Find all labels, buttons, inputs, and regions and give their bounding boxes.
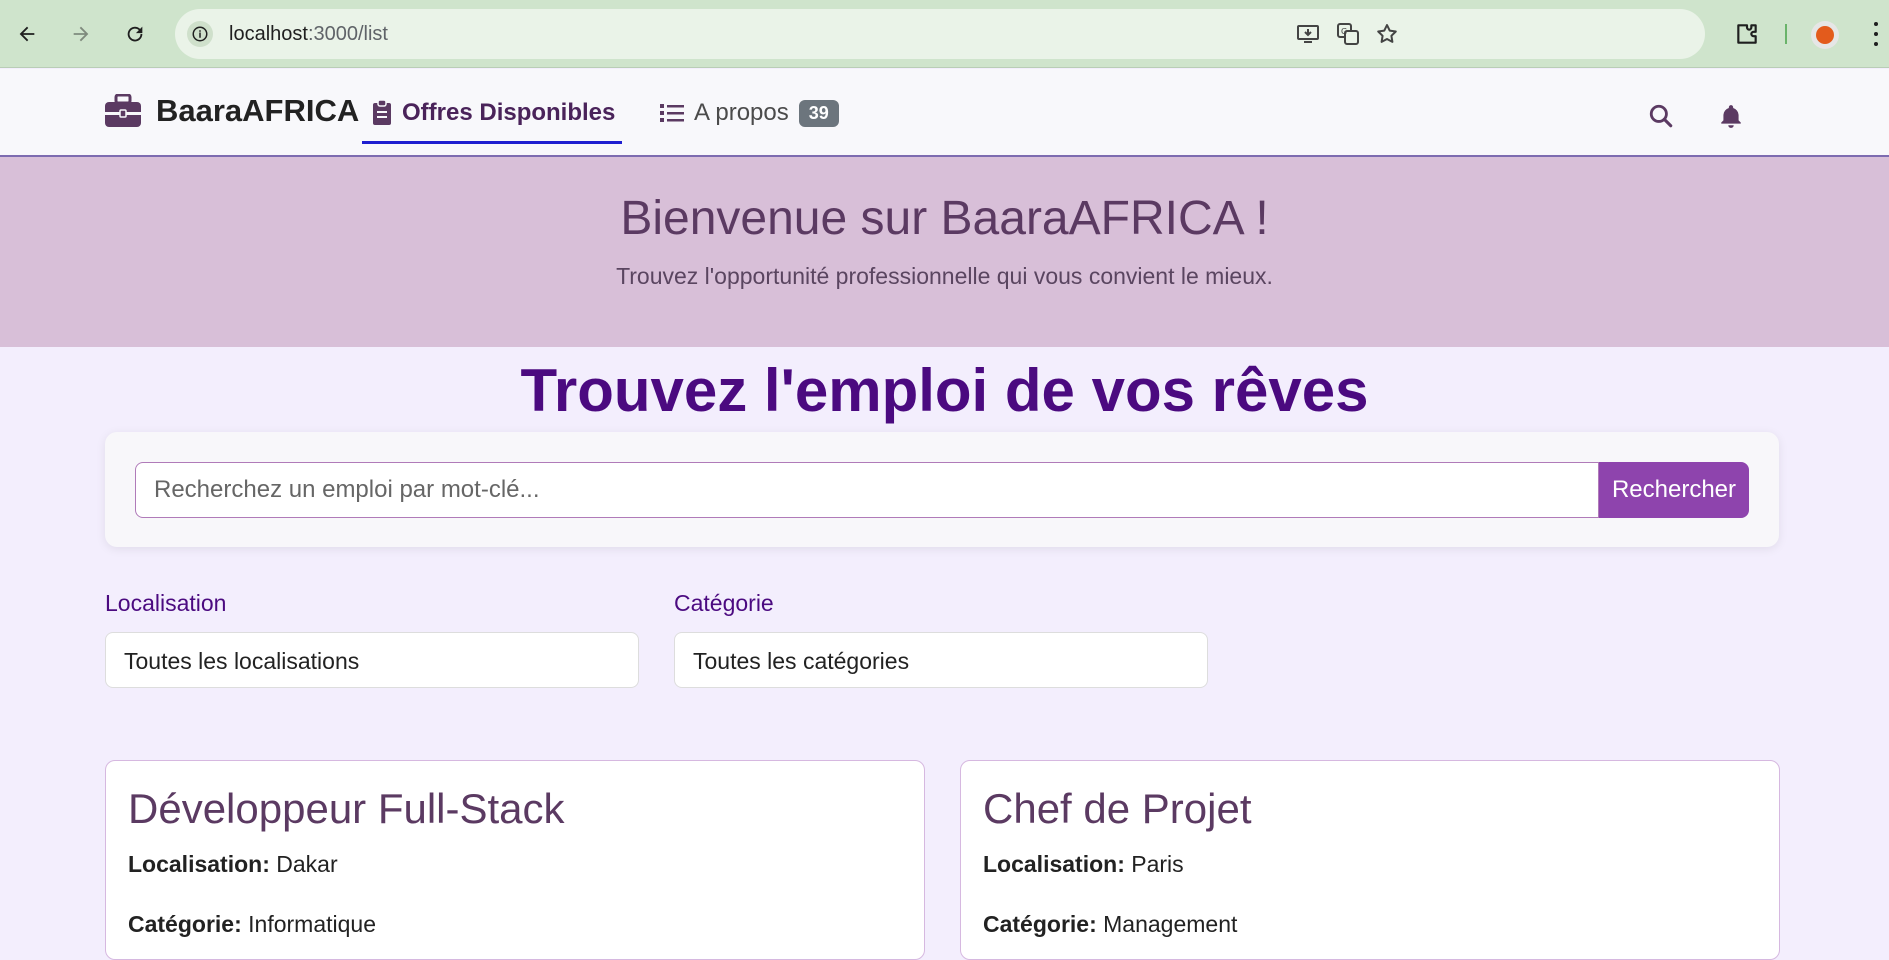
- job-location: Localisation: Dakar: [128, 851, 338, 878]
- job-location-value: Paris: [1131, 851, 1184, 877]
- job-location: Localisation: Paris: [983, 851, 1184, 878]
- clipboard-list-icon: [373, 100, 391, 125]
- app-navbar: BaaraAFRICA Offres Disponibles A propos …: [0, 69, 1889, 157]
- location-select[interactable]: Toutes les localisations: [105, 632, 639, 688]
- job-category-label: Catégorie:: [983, 911, 1097, 937]
- nav-offres-label: Offres Disponibles: [402, 99, 616, 126]
- search-card: Rechercher: [105, 432, 1779, 547]
- job-location-label: Localisation:: [983, 851, 1125, 877]
- location-filter-label: Localisation: [105, 590, 227, 616]
- install-app-icon[interactable]: [1293, 19, 1323, 49]
- bell-icon[interactable]: [1716, 101, 1746, 131]
- active-tab-indicator: [362, 141, 622, 144]
- job-category-value: Informatique: [248, 911, 376, 937]
- forward-button[interactable]: [61, 14, 101, 54]
- job-card[interactable]: Développeur Full-Stack Localisation: Dak…: [105, 760, 925, 960]
- job-category-value: Management: [1103, 911, 1238, 937]
- job-category: Catégorie: Informatique: [128, 911, 376, 938]
- toolbar-divider: [1785, 24, 1787, 44]
- translate-icon[interactable]: G: [1333, 19, 1363, 49]
- site-info-icon[interactable]: [187, 21, 213, 47]
- search-icon[interactable]: [1646, 101, 1676, 131]
- extensions-icon[interactable]: [1731, 18, 1763, 50]
- hero-subtitle: Trouvez l'opportunité professionnelle qu…: [616, 263, 1273, 289]
- profile-avatar[interactable]: [1811, 21, 1839, 49]
- category-select[interactable]: Toutes les catégories: [674, 632, 1208, 688]
- job-category-label: Catégorie:: [128, 911, 242, 937]
- page-title: Trouvez l'emploi de vos rêves: [520, 357, 1369, 424]
- search-button[interactable]: Rechercher: [1599, 462, 1749, 518]
- url-host: localhost: [229, 23, 308, 45]
- address-bar[interactable]: localhost:3000/list G: [175, 9, 1705, 59]
- list-icon: [660, 104, 684, 122]
- bookmark-star-icon[interactable]: [1372, 19, 1402, 49]
- browser-menu-icon[interactable]: [1868, 18, 1884, 50]
- hero-title: Bienvenue sur BaaraAFRICA !: [620, 192, 1269, 245]
- brand[interactable]: BaaraAFRICA: [104, 93, 359, 129]
- nav-a-propos[interactable]: A propos 39: [660, 99, 839, 127]
- category-filter-label: Catégorie: [674, 590, 774, 616]
- job-category: Catégorie: Management: [983, 911, 1237, 938]
- job-card[interactable]: Chef de Projet Localisation: Paris Catég…: [960, 760, 1780, 960]
- nav-apropos-label: A propos: [694, 99, 789, 126]
- nav-offres-disponibles[interactable]: Offres Disponibles: [372, 99, 615, 127]
- browser-toolbar: localhost:3000/list G: [0, 0, 1889, 68]
- briefcase-icon: [105, 94, 141, 127]
- url-path: :3000/list: [307, 23, 388, 45]
- job-title[interactable]: Chef de Projet: [983, 785, 1252, 833]
- brand-name: BaaraAFRICA: [156, 93, 360, 128]
- job-location-value: Dakar: [276, 851, 338, 877]
- job-location-label: Localisation:: [128, 851, 270, 877]
- arrow-left-icon: [19, 26, 35, 42]
- search-input[interactable]: [135, 462, 1599, 518]
- back-button[interactable]: [7, 14, 47, 54]
- basketball-icon: [1816, 26, 1834, 44]
- svg-text:G: G: [1341, 27, 1347, 36]
- arrow-right-icon: [73, 26, 89, 42]
- job-title[interactable]: Développeur Full-Stack: [128, 785, 565, 833]
- reload-button[interactable]: [115, 14, 155, 54]
- reload-icon: [127, 26, 143, 42]
- welcome-banner: Bienvenue sur BaaraAFRICA ! Trouvez l'op…: [0, 157, 1889, 347]
- count-badge: 39: [798, 99, 839, 127]
- url-text[interactable]: localhost:3000/list: [229, 23, 388, 46]
